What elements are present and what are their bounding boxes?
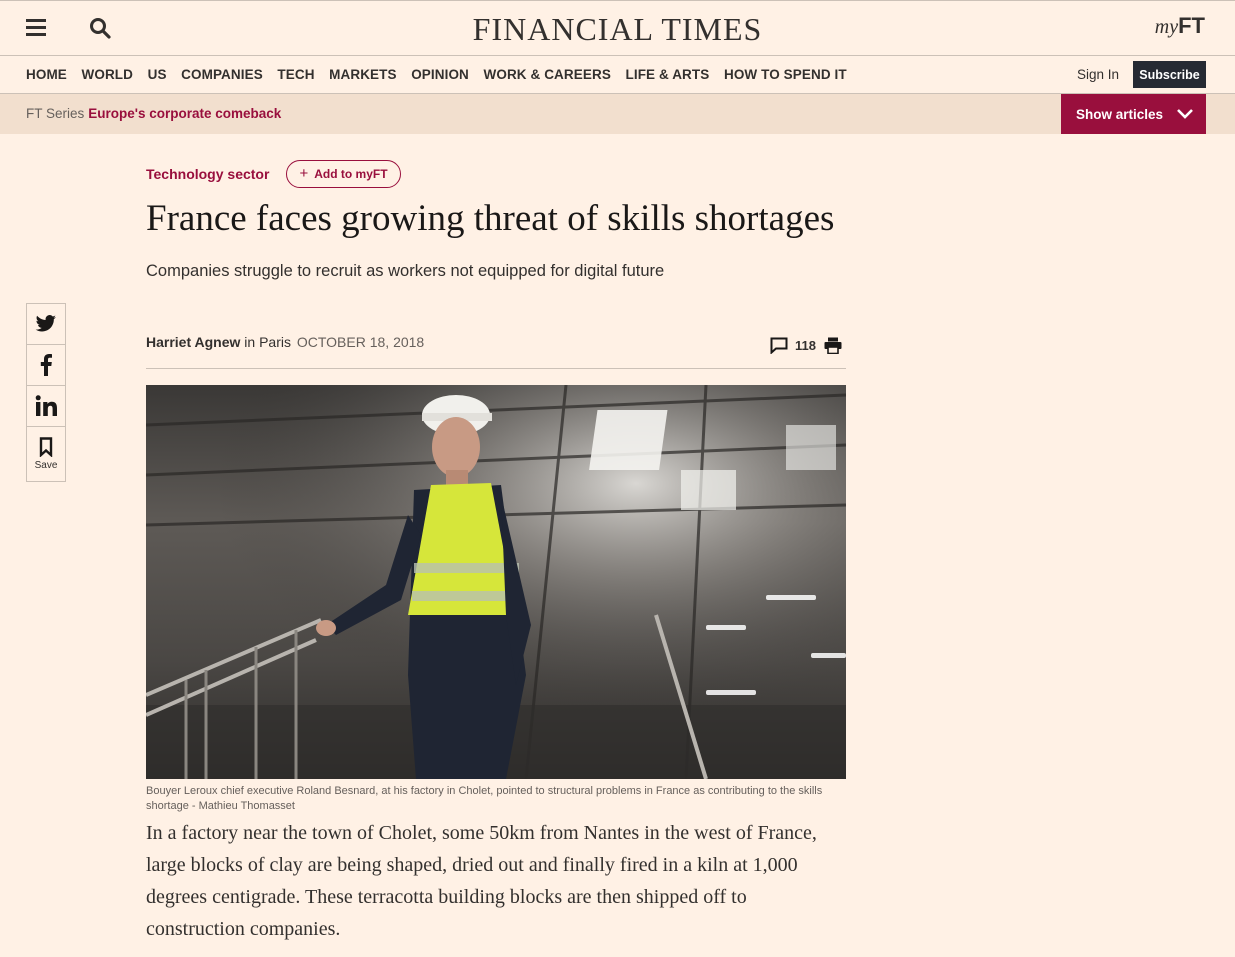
comments-count[interactable]: 118 [795,338,816,353]
subscribe-button[interactable]: Subscribe [1133,61,1206,88]
nav-item-tech[interactable]: TECH [277,67,314,82]
facebook-share-button[interactable] [27,345,65,386]
add-to-myft-label: Add to myFT [314,167,388,181]
publish-date: OCTOBER 18, 2018 [296,334,425,350]
nav-item-life-arts[interactable]: LIFE & ARTS [626,67,710,82]
sign-in-link[interactable]: Sign In [1077,67,1119,82]
print-icon[interactable] [824,337,842,354]
author-link[interactable]: Harriet Agnew [146,334,240,350]
byline-divider [146,368,846,369]
hero-image [146,385,846,779]
show-articles-label: Show articles [1076,106,1164,122]
byline-location: in Paris [244,334,291,350]
nav-item-opinion[interactable]: OPINION [411,67,469,82]
nav-item-how-to-spend-it[interactable]: HOW TO SPEND IT [724,67,847,82]
show-articles-button[interactable]: Show articles [1061,94,1206,134]
topic-row: Technology sector + Add to myFT [146,160,401,188]
site-header: FINANCIAL TIMES myFT [0,0,1235,56]
bookmark-icon [39,437,53,457]
masthead-logo[interactable]: FINANCIAL TIMES [0,11,1235,48]
nav-item-work-careers[interactable]: WORK & CAREERS [484,67,611,82]
facebook-icon [40,354,52,376]
myft-link[interactable]: myFT [1155,13,1205,39]
article-headline: France faces growing threat of skills sh… [146,198,835,239]
share-rail: Save [26,303,66,482]
nav-item-markets[interactable]: MARKETS [329,67,396,82]
series-bar: FT Series Europe's corporate comeback Sho… [0,94,1235,134]
byline: Harriet Agnew in Paris OCTOBER 18, 2018 [146,334,424,350]
series-label: FT Series [26,106,85,121]
myft-prefix: my [1154,16,1179,38]
myft-suffix: FT [1178,13,1205,38]
add-to-myft-button[interactable]: + Add to myFT [286,160,401,188]
nav-item-companies[interactable]: COMPANIES [181,67,263,82]
save-article-button[interactable]: Save [27,427,65,481]
nav-list: HOME WORLD US COMPANIES TECH MARKETS OPI… [26,67,861,82]
linkedin-share-button[interactable] [27,386,65,427]
series-text: FT Series Europe's corporate comeback [26,106,281,121]
plus-icon: + [299,165,309,182]
main-nav: HOME WORLD US COMPANIES TECH MARKETS OPI… [0,56,1235,94]
save-label: Save [34,460,58,471]
comment-icon[interactable] [770,337,788,354]
twitter-share-button[interactable] [27,304,65,345]
nav-item-us[interactable]: US [148,67,167,82]
linkedin-icon [35,395,57,416]
image-caption: Bouyer Leroux chief executive Roland Bes… [146,785,823,812]
nav-item-home[interactable]: HOME [26,67,67,82]
twitter-icon [35,315,56,332]
nav-item-world[interactable]: WORLD [82,67,134,82]
chevron-down-icon [1177,109,1193,119]
series-title-link[interactable]: Europe's corporate comeback [88,106,281,121]
article-tools: 118 [770,337,842,354]
article-standfirst: Companies struggle to recruit as workers… [146,262,665,280]
article-body-paragraph: In a factory near the town of Cholet, so… [146,822,817,940]
topic-link[interactable]: Technology sector [146,166,269,182]
